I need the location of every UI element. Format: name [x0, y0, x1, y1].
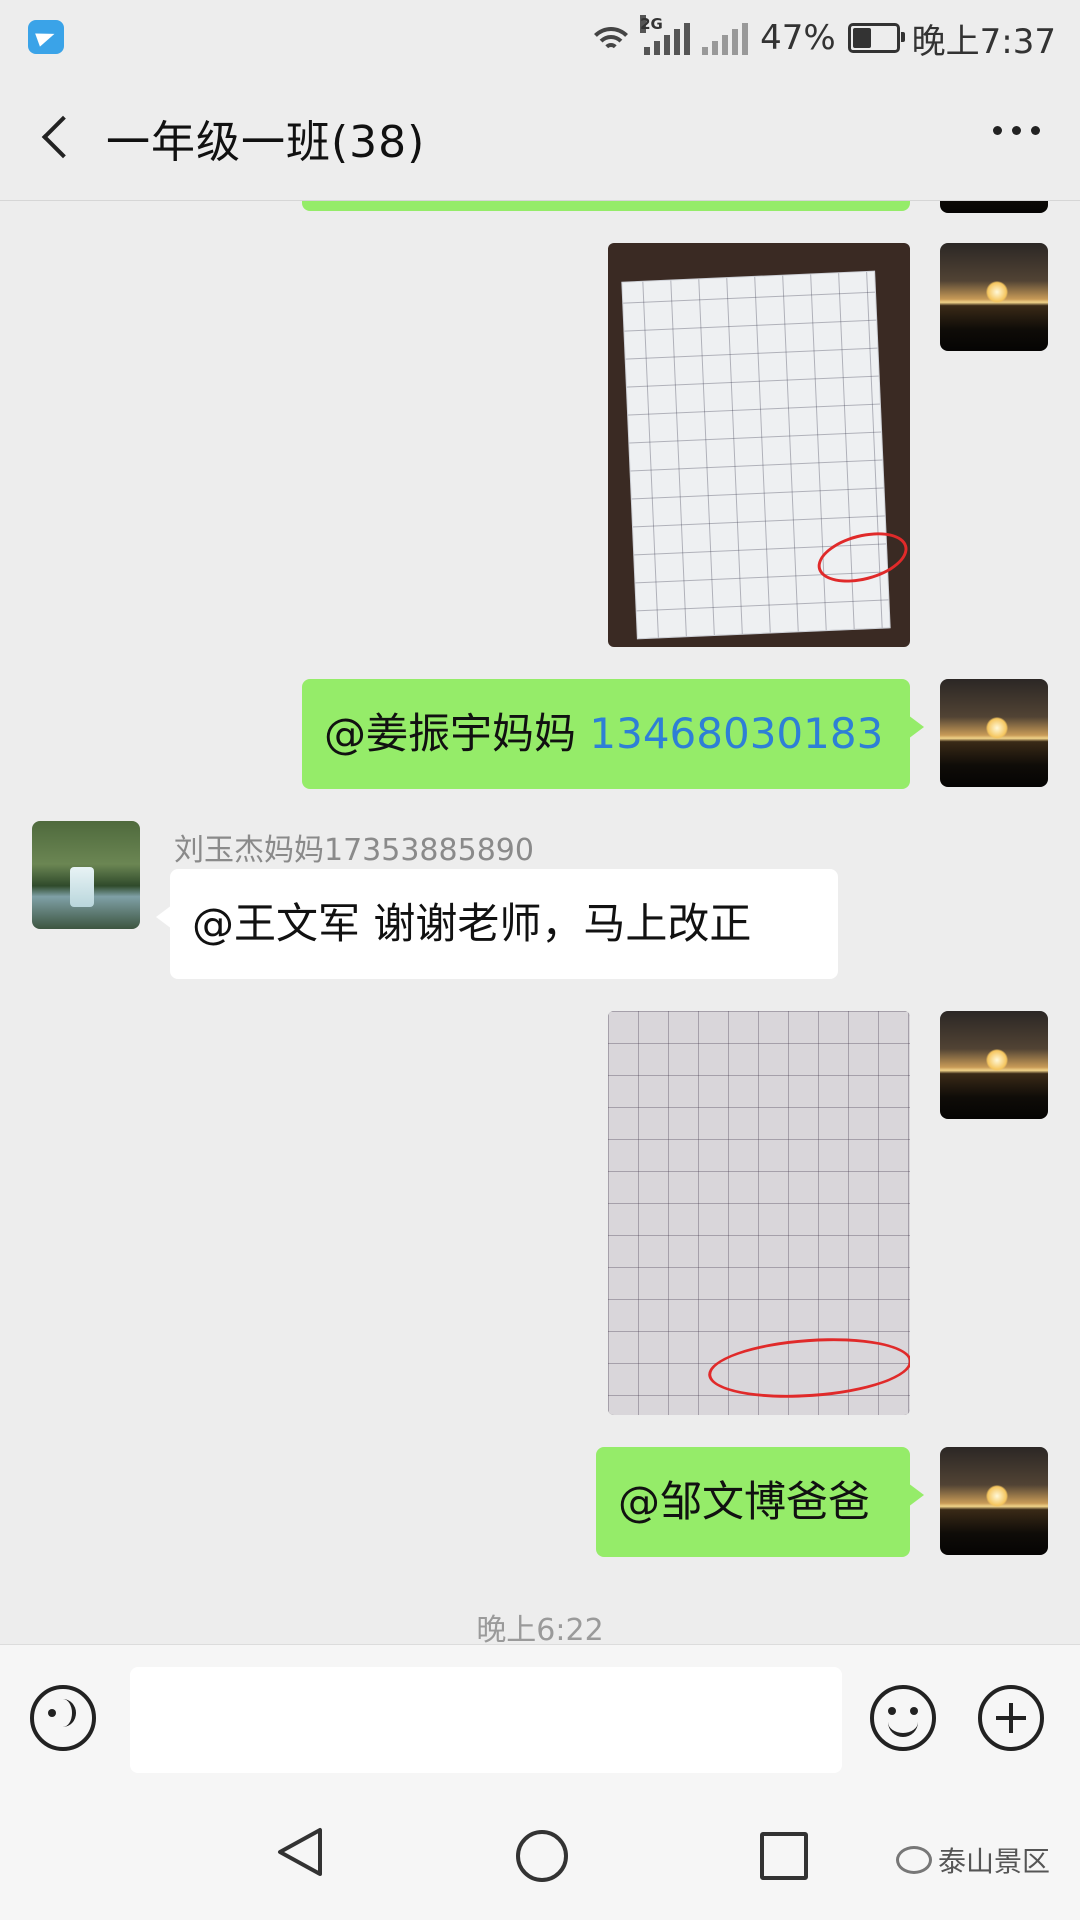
avatar[interactable]	[940, 1011, 1048, 1119]
plus-icon[interactable]	[978, 1685, 1044, 1751]
back-arrow-icon[interactable]	[38, 114, 74, 162]
battery-percent: 47%	[760, 18, 836, 58]
incoming-message[interactable]: @王文军 谢谢老师，马上改正	[156, 869, 838, 979]
emoji-icon[interactable]	[870, 1685, 936, 1751]
nav-recent-apps-icon[interactable]	[760, 1832, 808, 1880]
status-bar: 2G 47% 晚上7:37	[0, 0, 1080, 76]
phone-number-link[interactable]: 13468030183	[589, 709, 883, 758]
system-nav-bar: 泰山景区	[0, 1792, 1080, 1920]
more-options-icon[interactable]	[993, 126, 1040, 135]
status-icons: 2G 47% 晚上7:37	[590, 14, 1056, 62]
message-input[interactable]	[130, 1667, 842, 1773]
nav-back-icon[interactable]	[276, 1826, 324, 1878]
signal-2g-icon: 2G	[640, 15, 691, 55]
avatar[interactable]	[940, 243, 1048, 351]
avatar[interactable]	[940, 679, 1048, 787]
clock: 晚上7:37	[911, 21, 1056, 62]
avatar[interactable]	[940, 201, 1048, 213]
mention[interactable]: @姜振宇妈妈	[324, 709, 576, 758]
signal-no-service-icon	[702, 21, 749, 55]
nav-home-icon[interactable]	[516, 1830, 568, 1882]
voice-input-icon[interactable]	[30, 1685, 96, 1751]
worksheet-image	[608, 1011, 910, 1415]
chat-title: 一年级一班(38)	[106, 117, 426, 168]
watermark-text: 泰山景区	[937, 1845, 1050, 1878]
red-annotation-circle	[812, 523, 910, 592]
battery-fill	[852, 28, 871, 48]
watermark: 泰山景区	[895, 1840, 1050, 1880]
image-message[interactable]	[608, 243, 910, 647]
wechat-account-icon	[895, 1846, 932, 1874]
chat-header: 一年级一班(38)	[0, 76, 1080, 201]
wifi-icon	[590, 21, 633, 55]
previous-message-bubble[interactable]	[302, 201, 910, 211]
chat-messages[interactable]: @姜振宇妈妈 13468030183 刘玉杰妈妈17353885890 @王文军…	[0, 201, 1080, 1644]
avatar[interactable]	[940, 1447, 1048, 1555]
message-timestamp: 晚上6:22	[476, 1613, 604, 1644]
avatar[interactable]	[32, 821, 140, 929]
image-message[interactable]	[608, 1011, 910, 1415]
outgoing-message[interactable]: @邹文博爸爸	[596, 1447, 924, 1557]
input-bar	[0, 1644, 1080, 1793]
notification-app-icon	[28, 20, 64, 54]
worksheet-image	[622, 271, 910, 639]
red-annotation-circle	[706, 1331, 910, 1405]
sender-name: 刘玉杰妈妈17353885890	[174, 833, 534, 868]
outgoing-message[interactable]: @姜振宇妈妈 13468030183	[302, 679, 924, 789]
battery-icon	[847, 23, 905, 53]
